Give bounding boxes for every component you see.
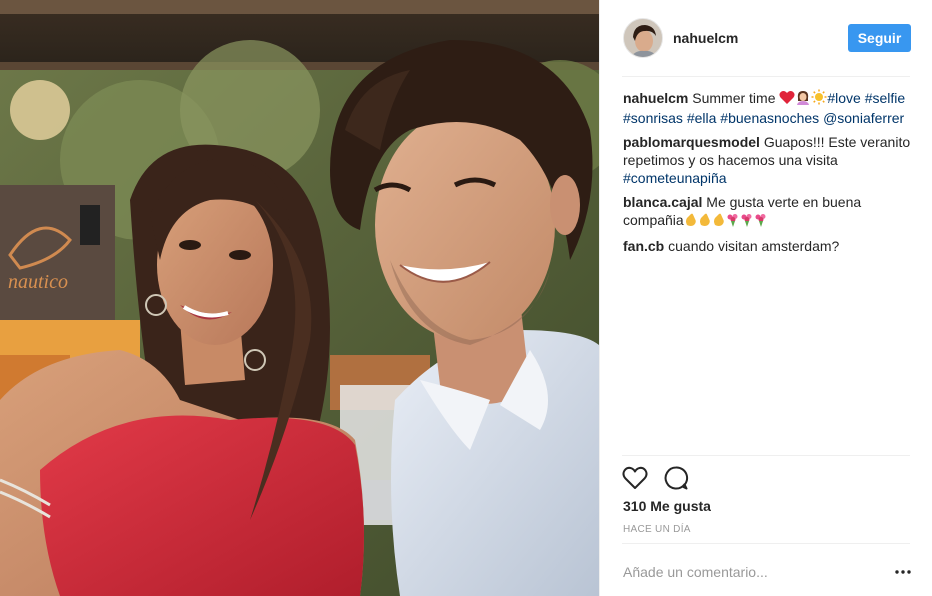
clap-emoji-icon (712, 213, 726, 231)
instagram-post: nautico nahuelcm Seguir nahuelcm Summer … (0, 0, 932, 596)
selfie-photo: nautico (0, 0, 599, 596)
header-divider (622, 76, 910, 77)
comment-username[interactable]: pablomarquesmodel (623, 134, 760, 150)
post-photo[interactable]: nautico (0, 0, 599, 596)
hashtag-link[interactable]: #buenasnoches (720, 110, 819, 126)
comment-username[interactable]: nahuelcm (623, 90, 688, 106)
svg-text:nautico: nautico (8, 271, 68, 293)
profile-avatar[interactable] (623, 18, 663, 58)
comment-item: blanca.cajal Me gusta verte en buena com… (623, 193, 913, 231)
comment-item: pablomarquesmodel Guapos!!! Este veranit… (623, 133, 913, 187)
post-header: nahuelcm Seguir (600, 0, 932, 76)
hashtag-link[interactable]: #love (827, 90, 860, 106)
add-comment-input[interactable] (623, 564, 893, 580)
likes-count[interactable]: 310 Me gusta (623, 498, 711, 514)
header-username[interactable]: nahuelcm (673, 30, 848, 46)
post-side-panel: nahuelcm Seguir nahuelcm Summer time #lo… (599, 0, 932, 596)
bouquet-emoji-icon (740, 213, 754, 231)
bouquet-emoji-icon (754, 213, 768, 231)
comment-item: fan.cb cuando visitan amsterdam? (623, 237, 913, 255)
avatar-image (624, 19, 662, 57)
add-comment-bar (623, 560, 913, 584)
post-timestamp[interactable]: HACE UN DÍA (623, 524, 691, 535)
mention-link[interactable]: @soniaferrer (823, 110, 904, 126)
follow-button[interactable]: Seguir (848, 24, 911, 52)
clap-emoji-icon (698, 213, 712, 231)
actions-divider (622, 455, 910, 456)
comments-list: nahuelcm Summer time #love #selfie #sonr… (623, 89, 913, 261)
sun-emoji-icon (811, 89, 827, 109)
hashtag-link[interactable]: #cometeunapiña (623, 170, 727, 186)
comment-text: cuando visitan amsterdam? (668, 238, 840, 254)
comment-text: Summer time (692, 90, 776, 106)
comment-divider (622, 543, 910, 544)
hashtag-link[interactable]: #ella (687, 110, 717, 126)
woman-emoji-icon (795, 89, 811, 109)
ellipsis-icon[interactable] (893, 563, 913, 581)
hashtag-link[interactable]: #sonrisas (623, 110, 683, 126)
heart-emoji-icon (779, 90, 795, 109)
comment-username[interactable]: blanca.cajal (623, 194, 702, 210)
bouquet-emoji-icon (726, 213, 740, 231)
clap-emoji-icon (684, 213, 698, 231)
post-actions (622, 463, 704, 493)
heart-icon[interactable] (622, 465, 648, 491)
hashtag-link[interactable]: #selfie (865, 90, 905, 106)
comment-username[interactable]: fan.cb (623, 238, 664, 254)
comment-item: nahuelcm Summer time #love #selfie #sonr… (623, 89, 913, 127)
comment-bubble-icon[interactable] (663, 465, 689, 491)
